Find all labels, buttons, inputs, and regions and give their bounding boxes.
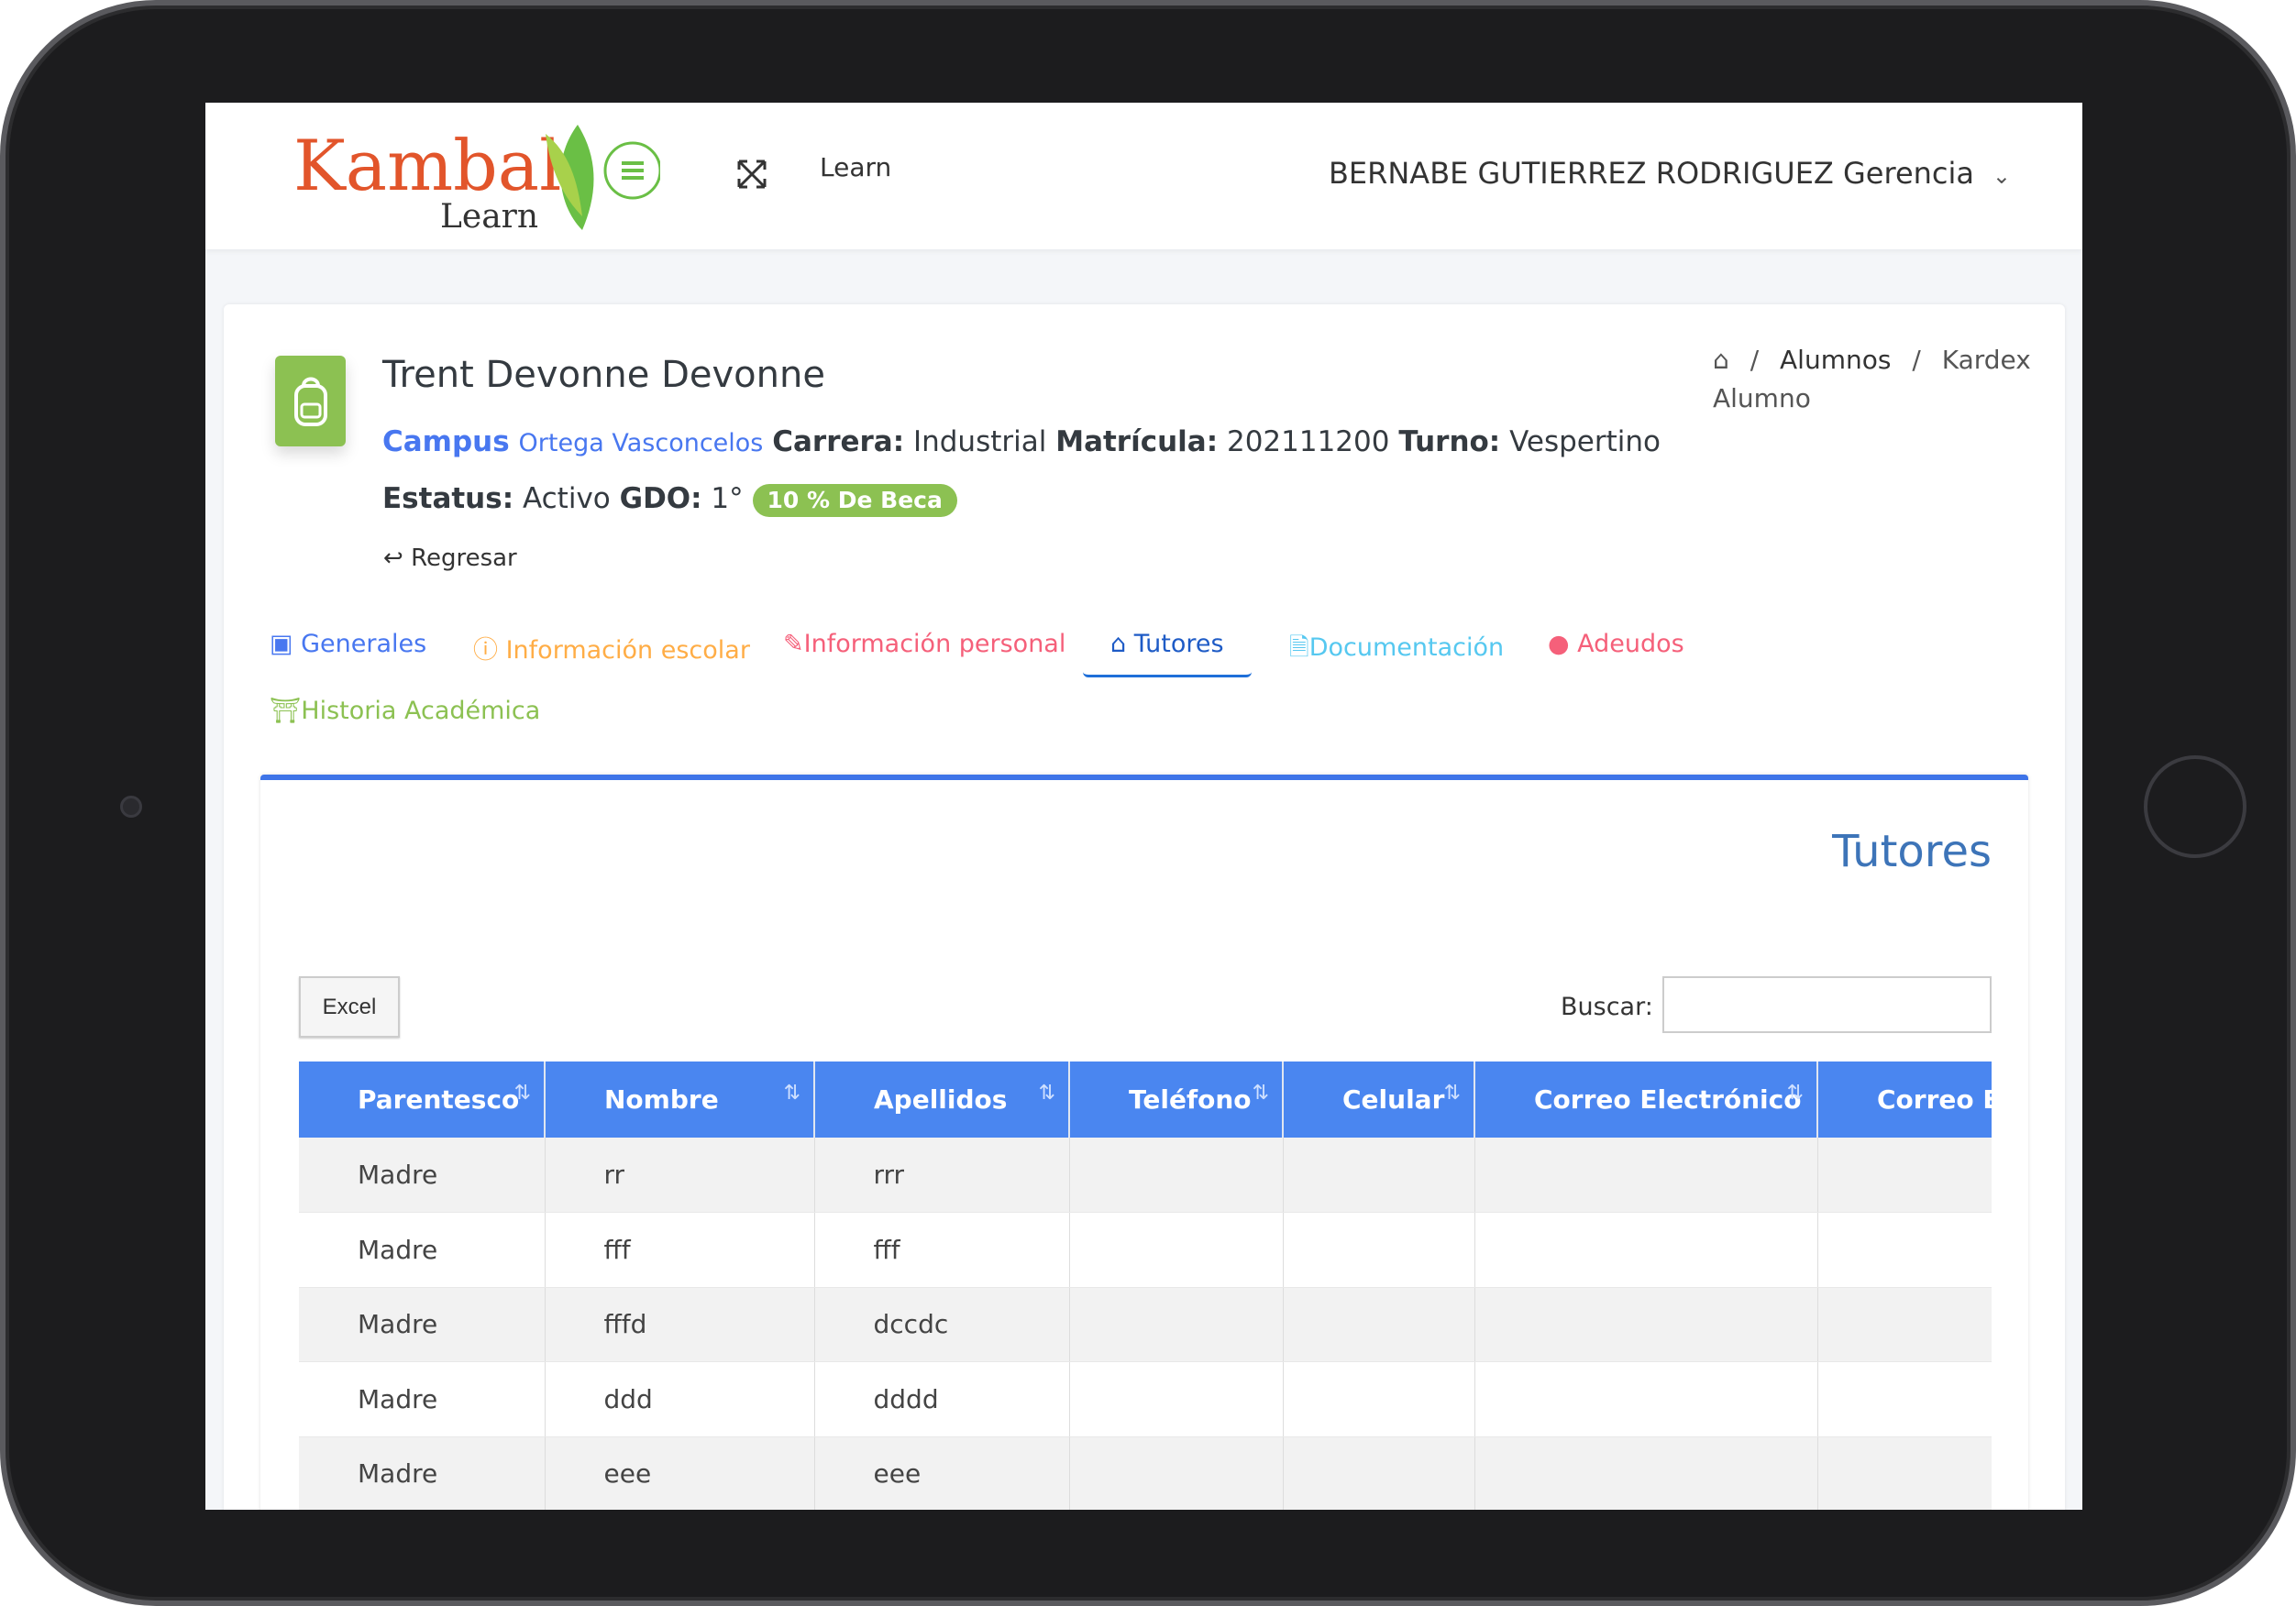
- table-cell: Madre: [299, 1436, 546, 1510]
- sort-icon[interactable]: ⇅: [784, 1082, 800, 1105]
- table-cell: [1817, 1361, 1992, 1437]
- table-cell: [1817, 1287, 1992, 1362]
- top-navbar: Kambal Learn Learn BERNABE GUTIERREZ ROD…: [205, 103, 2082, 249]
- table-cell: [1817, 1138, 1992, 1213]
- tutores-panel: Tutores Excel Buscar: Parentesco ⇅ Nombre ⇅…: [260, 775, 2028, 1510]
- table-cell: [1069, 1361, 1284, 1437]
- table-cell: [1283, 1212, 1475, 1288]
- student-info: Campus Ortega Vasconcelos Carrera: Indus…: [382, 425, 1661, 517]
- table-row: Madre eee eee: [299, 1436, 1992, 1510]
- column-header[interactable]: Correo Electrónico⇅: [1817, 1062, 1992, 1138]
- table-cell: Madre: [299, 1361, 546, 1437]
- table-row: Madre rr rrr: [299, 1138, 1992, 1213]
- table-cell: rr: [545, 1138, 815, 1213]
- student-card: Trent Devonne Devonne Campus Ortega Vasc…: [224, 304, 2065, 1510]
- table-cell: rrr: [814, 1138, 1070, 1213]
- column-header[interactable]: Teléfono ⇅: [1069, 1062, 1284, 1138]
- screen: Kambal Learn Learn BERNABE GUTIERREZ ROD…: [205, 103, 2082, 1510]
- university-icon: ⛩: [270, 697, 302, 725]
- table-cell: [1817, 1436, 1992, 1510]
- nav-link-learn[interactable]: Learn: [820, 152, 891, 182]
- sort-icon[interactable]: ⇅: [1253, 1082, 1269, 1105]
- table-cell: [1283, 1138, 1475, 1213]
- logo[interactable]: Kambal Learn: [293, 116, 660, 236]
- table-cell: Madre: [299, 1212, 546, 1288]
- panel-title: Tutores: [1832, 826, 1992, 877]
- table-cell: eee: [814, 1436, 1070, 1510]
- table-cell: fffd: [545, 1287, 815, 1362]
- table-cell: [1474, 1436, 1818, 1510]
- leaf-logo-icon: [546, 125, 660, 230]
- sort-icon[interactable]: ⇅: [1039, 1082, 1055, 1105]
- table-row: Madre fffd dccdc: [299, 1287, 1992, 1362]
- tab-informacion-personal[interactable]: ✎Información personal: [783, 630, 1065, 658]
- chevron-down-icon[interactable]: ⌄: [1992, 163, 2011, 189]
- table-row: Madre ddd dddd: [299, 1361, 1992, 1437]
- comments-dollar-icon: ●: [1548, 630, 1570, 658]
- column-header[interactable]: Parentesco ⇅: [299, 1062, 546, 1138]
- table-cell: [1283, 1361, 1475, 1437]
- home-icon: ⌂: [1110, 630, 1127, 658]
- info-circle-icon: ⓘ: [473, 636, 498, 665]
- sort-icon[interactable]: ⇅: [514, 1082, 531, 1105]
- home-icon[interactable]: ⌂: [1713, 345, 1729, 375]
- column-header[interactable]: Nombre ⇅: [545, 1062, 815, 1138]
- tab-historia-academica[interactable]: ⛩Historia Académica: [270, 696, 540, 725]
- table-cell: ddd: [545, 1361, 815, 1437]
- excel-button[interactable]: Excel: [299, 976, 400, 1038]
- sort-icon[interactable]: ⇅: [1444, 1082, 1461, 1105]
- breadcrumb-alumnos[interactable]: Alumnos: [1780, 345, 1891, 375]
- table-cell: [1817, 1212, 1992, 1288]
- tab-generales[interactable]: ▣ Generales: [270, 630, 426, 658]
- reply-icon: ↩: [383, 544, 403, 572]
- table-cell: [1069, 1212, 1284, 1288]
- id-badge-icon: ▣: [270, 630, 293, 658]
- back-link[interactable]: ↩ Regresar: [383, 544, 517, 572]
- table-row: Madre fff fff: [299, 1212, 1992, 1288]
- table-cell: [1474, 1138, 1818, 1213]
- student-name: Trent Devonne Devonne: [382, 354, 825, 396]
- table-cell: [1069, 1436, 1284, 1510]
- backpack-icon: [293, 377, 327, 426]
- table-cell: fff: [814, 1212, 1070, 1288]
- table-cell: [1283, 1287, 1475, 1362]
- file-word-icon: 🗎: [1289, 633, 1309, 662]
- tab-tutores[interactable]: ⌂ Tutores: [1083, 630, 1252, 677]
- camera: [120, 796, 142, 818]
- search-label: Buscar:: [1561, 993, 1653, 1021]
- tab-adeudos[interactable]: ● Adeudos: [1548, 630, 1684, 658]
- table-cell: fff: [545, 1212, 815, 1288]
- tabs: ▣ Generales ⓘ Información escolar ✎Infor…: [270, 630, 1920, 740]
- column-header[interactable]: Correo Electrónico⇅: [1474, 1062, 1818, 1138]
- table-cell: dddd: [814, 1361, 1070, 1437]
- tutores-table: Parentesco ⇅ Nombre ⇅ Apellidos ⇅ Teléfono ⇅ Cel…: [299, 1062, 1992, 1510]
- table-cell: [1474, 1287, 1818, 1362]
- user-menu[interactable]: BERNABE GUTIERREZ RODRIGUEZ Gerencia: [1329, 156, 1974, 191]
- search-input[interactable]: [1662, 976, 1992, 1033]
- table-cell: [1069, 1138, 1284, 1213]
- tab-documentacion[interactable]: 🗎Documentación: [1289, 630, 1504, 672]
- table-cell: [1069, 1287, 1284, 1362]
- beca-badge: 10 % De Beca: [752, 484, 957, 517]
- home-button[interactable]: [2144, 755, 2246, 858]
- table-cell: Madre: [299, 1287, 546, 1362]
- fullscreen-icon[interactable]: [735, 158, 768, 191]
- table-cell: [1474, 1361, 1818, 1437]
- breadcrumb: ⌂ / Alumnos / Kardex Alumno: [1713, 345, 2031, 413]
- column-header[interactable]: Celular ⇅: [1283, 1062, 1475, 1138]
- table-cell: dccdc: [814, 1287, 1070, 1362]
- table-cell: Madre: [299, 1138, 546, 1213]
- avatar: [275, 356, 346, 446]
- column-header[interactable]: Apellidos ⇅: [814, 1062, 1070, 1138]
- tab-informacion-escolar[interactable]: ⓘ Información escolar: [473, 630, 750, 666]
- pencil-icon: ✎: [783, 630, 804, 658]
- table-cell: [1474, 1212, 1818, 1288]
- table-cell: [1283, 1436, 1475, 1510]
- sort-icon[interactable]: ⇅: [1787, 1082, 1804, 1105]
- table-cell: eee: [545, 1436, 815, 1510]
